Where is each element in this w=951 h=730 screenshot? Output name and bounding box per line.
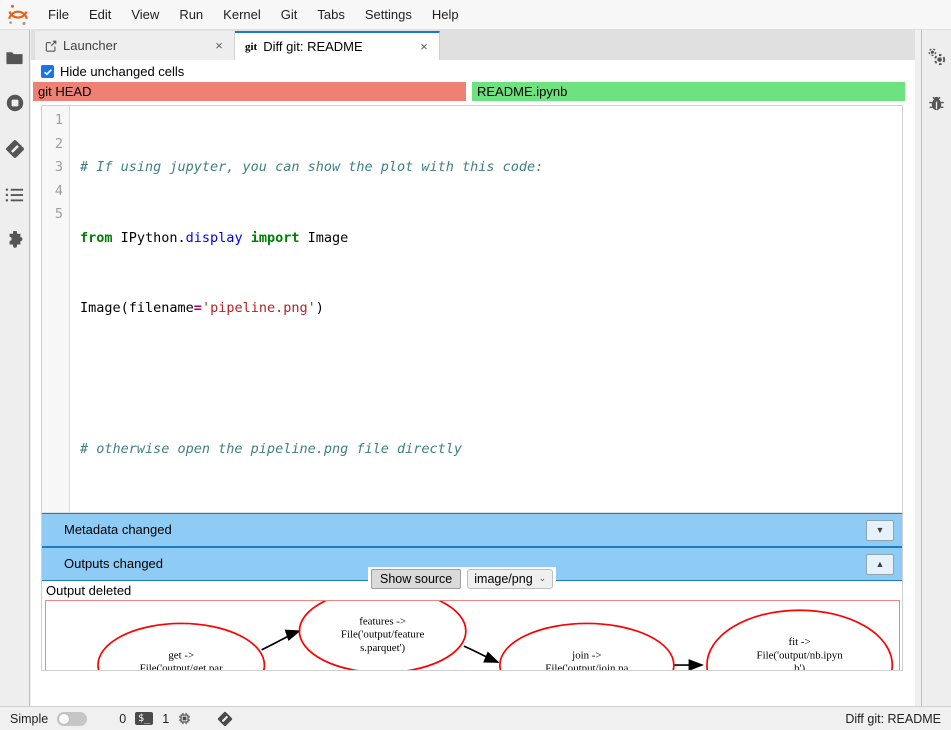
menu-item-kernel[interactable]: Kernel	[213, 3, 271, 26]
code-editor[interactable]: # If using jupyter, you can show the plo…	[70, 106, 902, 512]
source-headers: git HEAD README.ipynb	[31, 82, 915, 101]
line-number: 2	[54, 135, 63, 152]
status-right-label: Diff git: README	[845, 711, 941, 726]
show-source-button[interactable]: Show source	[371, 568, 462, 589]
cpu-chip-icon[interactable]	[178, 712, 191, 725]
menu-item-help[interactable]: Help	[422, 3, 469, 26]
code-line: from IPython.display import Image	[80, 227, 902, 251]
simple-mode-label: Simple	[10, 711, 49, 726]
jupyterlab-window: File Edit View Run Kernel Git Tabs Setti…	[0, 0, 951, 730]
chevron-down-icon: ⌄	[538, 573, 547, 583]
simple-mode-toggle[interactable]	[57, 711, 88, 726]
graph-node-join-line: File('output/join.pa	[545, 662, 628, 671]
close-icon[interactable]: ×	[417, 40, 431, 54]
code-token: from	[80, 229, 113, 246]
graph-node-features-line: features ->	[359, 615, 406, 627]
graph-node-fit-line: File('output/nb.ipyn	[757, 649, 844, 661]
menu-item-run[interactable]: Run	[169, 3, 213, 26]
code-token: )	[315, 300, 324, 316]
code-line: # otherwise open the pipeline.png file d…	[80, 438, 902, 462]
output-deleted-section: Output deleted Show source image/png ⌄ g…	[42, 566, 902, 671]
metadata-changed-bar[interactable]: Metadata changed ▼	[42, 512, 902, 547]
code-token: # otherwise open the pipeline.png file d…	[80, 441, 463, 457]
line-number: 5	[54, 206, 63, 222]
edge-features-join	[463, 644, 500, 663]
output-deleted-box: get -> File('output/get.par quet') featu…	[45, 599, 900, 671]
menu-item-settings[interactable]: Settings	[355, 3, 422, 26]
tab-launcher[interactable]: Launcher ×	[35, 31, 235, 60]
mime-type-value: image/png	[474, 571, 533, 586]
terminal-icon[interactable]: $_	[135, 712, 154, 725]
menu-item-file[interactable]: File	[38, 3, 79, 26]
line-number-gutter: 1 2 3 4 5	[42, 106, 70, 512]
right-sidebar	[921, 30, 951, 706]
chevron-down-icon[interactable]: ▼	[866, 519, 894, 541]
git-icon[interactable]	[217, 711, 233, 727]
pipeline-graph-deleted: get -> File('output/get.par quet') featu…	[97, 600, 894, 671]
graph-node-fit-line: fit ->	[789, 636, 811, 648]
code-line: Image(filename='pipeline.png')	[80, 297, 902, 321]
code-line: # If using jupyter, you can show the plo…	[80, 156, 902, 180]
edge-get-features	[261, 629, 302, 651]
graph-node-fit-line: b')	[794, 662, 805, 671]
code-token: Image	[299, 229, 349, 246]
local-source-header: README.ipynb	[472, 82, 905, 101]
code-token: # If using jupyter, you can show the plo…	[80, 159, 544, 175]
status-bar: Simple 0 $_ 1 Diff git: README	[0, 706, 951, 730]
graph-node-features-line: File('output/feature	[341, 628, 425, 640]
line-number: 4	[54, 182, 63, 199]
menu-item-git[interactable]: Git	[271, 3, 308, 26]
tab-diff-git-readme-label: Diff git: README	[263, 39, 363, 54]
tab-bar: Launcher × git Diff git: README ×	[31, 30, 915, 60]
menu-item-view[interactable]: View	[121, 3, 169, 26]
file-browser-icon[interactable]	[0, 40, 30, 74]
remote-source-header: git HEAD	[33, 82, 466, 101]
chevron-up-icon[interactable]: ▲	[866, 553, 894, 575]
code-token: Image(filename	[80, 300, 194, 316]
code-token: =	[193, 300, 202, 316]
diff-panel: Hide unchanged cells git HEAD README.ipy…	[31, 60, 915, 706]
tab-launcher-label: Launcher	[63, 38, 118, 53]
menu-item-tabs[interactable]: Tabs	[307, 3, 354, 26]
running-terminals-icon[interactable]	[0, 86, 30, 120]
main-area: Launcher × git Diff git: README × Hide u…	[31, 30, 915, 706]
hide-unchanged-checkbox[interactable]	[41, 65, 54, 78]
table-of-contents-icon[interactable]	[0, 178, 30, 212]
toggle-knob	[58, 712, 71, 725]
git-icon[interactable]	[0, 132, 30, 166]
graph-node-get-line: File('output/get.par	[140, 662, 223, 671]
code-token: 'pipeline.png'	[201, 300, 316, 316]
metadata-changed-label: Metadata changed	[64, 522, 172, 537]
extension-manager-icon[interactable]	[0, 224, 30, 258]
outputs-changed-label: Outputs changed	[64, 556, 164, 571]
debugger-icon[interactable]	[922, 86, 951, 120]
git-icon: git	[245, 40, 258, 53]
close-icon[interactable]: ×	[212, 39, 226, 53]
line-number: 1	[54, 112, 63, 128]
code-token: IPython.	[112, 229, 186, 246]
graph-node-get-line: get ->	[168, 649, 194, 661]
launcher-icon	[45, 40, 57, 52]
menu-bar: File Edit View Run Kernel Git Tabs Setti…	[0, 0, 951, 30]
code-token: display	[185, 229, 243, 246]
property-inspector-icon[interactable]	[922, 40, 951, 74]
jupyter-logo-icon	[4, 1, 32, 29]
graph-node-join-line: join ->	[571, 649, 601, 661]
diff-body: 1 2 3 4 5 # If using jupyter, you can sh…	[41, 105, 903, 671]
source-controls: Show source image/png ⌄	[368, 566, 557, 591]
hide-unchanged-cells-row[interactable]: Hide unchanged cells	[31, 60, 915, 82]
left-sidebar	[0, 30, 30, 706]
line-number: 3	[54, 159, 63, 175]
code-token: import	[250, 229, 300, 246]
mime-type-select[interactable]: image/png ⌄	[467, 568, 554, 589]
graph-node-features-line: s.parquet')	[360, 641, 405, 653]
kernel-count: 0	[119, 711, 127, 726]
terminal-count: 1	[162, 711, 170, 726]
hide-unchanged-label: Hide unchanged cells	[60, 64, 185, 79]
code-cell: 1 2 3 4 5 # If using jupyter, you can sh…	[42, 106, 902, 513]
menu-item-edit[interactable]: Edit	[79, 3, 121, 26]
tab-diff-git-readme[interactable]: git Diff git: README ×	[235, 31, 440, 60]
